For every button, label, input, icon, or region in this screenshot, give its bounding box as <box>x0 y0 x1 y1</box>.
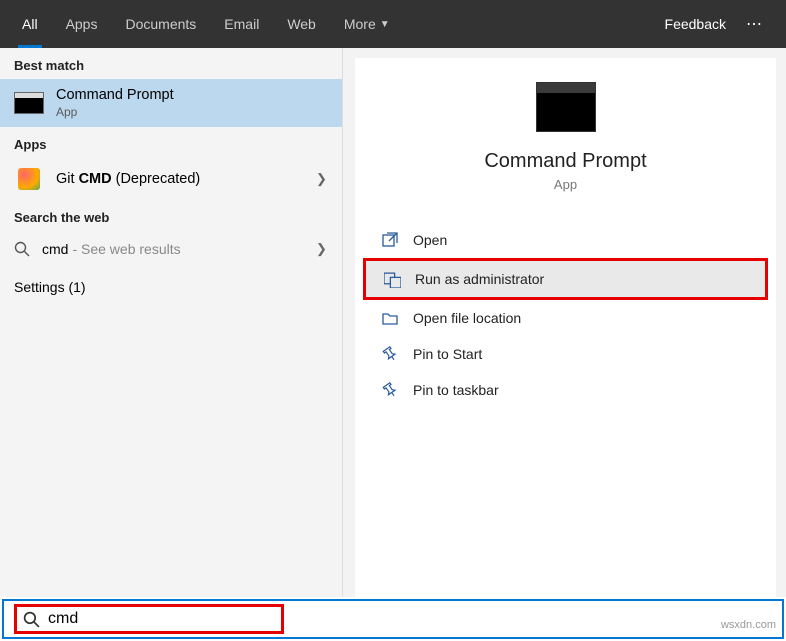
git-icon <box>14 166 44 192</box>
action-run-as-administrator[interactable]: Run as administrator <box>366 261 765 297</box>
pin-icon <box>381 381 399 399</box>
pin-icon <box>381 345 399 363</box>
action-label: Open file location <box>413 310 521 326</box>
chevron-right-icon: ❯ <box>316 171 328 187</box>
web-header: Search the web <box>0 200 342 231</box>
apps-result-git-cmd[interactable]: Git CMD (Deprecated) ❯ <box>0 158 342 200</box>
web-term: cmd- See web results <box>42 241 181 257</box>
action-open-file-location[interactable]: Open file location <box>361 300 770 336</box>
result-subtitle: App <box>56 105 328 119</box>
result-text: Command Prompt App <box>56 87 328 119</box>
tab-apps[interactable]: Apps <box>52 0 112 48</box>
top-tabs: All Apps Documents Email Web More ▼ <box>8 0 665 48</box>
results-pane: Best match Command Prompt App Apps Git C… <box>0 48 343 597</box>
apps-header: Apps <box>0 127 342 158</box>
search-bar[interactable] <box>2 599 784 639</box>
highlight-annotation <box>14 604 284 634</box>
action-pin-to-start[interactable]: Pin to Start <box>361 336 770 372</box>
tab-label: More <box>344 16 376 32</box>
action-label: Open <box>413 232 447 248</box>
tab-web[interactable]: Web <box>273 0 330 48</box>
tab-more[interactable]: More ▼ <box>330 0 404 48</box>
action-pin-to-taskbar[interactable]: Pin to taskbar <box>361 372 770 408</box>
action-label: Pin to taskbar <box>413 382 499 398</box>
content-area: Best match Command Prompt App Apps Git C… <box>0 48 786 597</box>
top-bar: All Apps Documents Email Web More ▼ Feedb… <box>0 0 786 48</box>
web-result[interactable]: cmd- See web results ❯ <box>0 231 342 267</box>
feedback-link[interactable]: Feedback <box>665 16 726 32</box>
command-prompt-icon <box>536 82 596 132</box>
watermark: wsxdn.com <box>721 619 776 631</box>
preview-subtitle: App <box>554 177 577 192</box>
action-label: Run as administrator <box>415 271 544 287</box>
tab-label: Email <box>224 16 259 32</box>
best-match-header: Best match <box>0 48 342 79</box>
search-input[interactable] <box>48 610 255 628</box>
highlight-annotation: Run as administrator <box>363 258 768 300</box>
tab-label: Web <box>287 16 316 32</box>
tab-all[interactable]: All <box>8 0 52 48</box>
tab-label: All <box>22 16 38 32</box>
actions-list: Open Run as administrator Open file loca… <box>355 222 776 408</box>
best-match-result[interactable]: Command Prompt App <box>0 79 342 127</box>
action-open[interactable]: Open <box>361 222 770 258</box>
settings-result[interactable]: Settings (1) <box>0 267 342 307</box>
preview-title: Command Prompt <box>484 150 646 173</box>
top-right: Feedback ⋯ <box>665 14 778 34</box>
tab-documents[interactable]: Documents <box>111 0 210 48</box>
preview-pane: Command Prompt App Open Run as administr… <box>355 58 776 597</box>
result-title: Command Prompt <box>56 87 328 103</box>
search-icon <box>23 611 40 628</box>
open-icon <box>381 231 399 249</box>
tab-label: Documents <box>125 16 196 32</box>
more-options-button[interactable]: ⋯ <box>738 14 770 34</box>
result-text: Git CMD (Deprecated) <box>56 171 304 187</box>
shield-icon <box>383 270 401 288</box>
result-title: Git CMD (Deprecated) <box>56 171 304 187</box>
folder-icon <box>381 309 399 327</box>
command-prompt-icon <box>14 90 44 116</box>
search-icon <box>14 241 30 257</box>
chevron-right-icon: ❯ <box>316 241 328 257</box>
tab-email[interactable]: Email <box>210 0 273 48</box>
tab-label: Apps <box>66 16 98 32</box>
chevron-down-icon: ▼ <box>380 19 390 30</box>
action-label: Pin to Start <box>413 346 482 362</box>
